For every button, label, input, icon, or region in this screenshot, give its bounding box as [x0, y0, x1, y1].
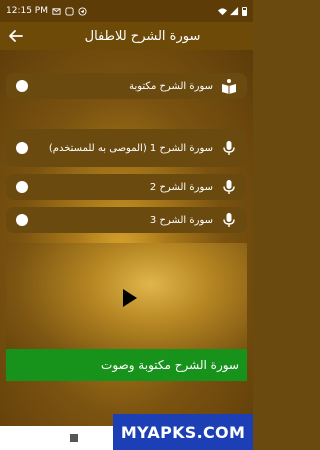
microphone-icon — [223, 141, 235, 155]
gmail-icon — [52, 7, 61, 15]
status-time: 12:15 PM — [6, 6, 48, 16]
microphone-icon — [223, 213, 235, 227]
video-caption: سورة الشرح مكتوبة وصوت — [6, 349, 247, 381]
telegram-icon — [78, 6, 87, 16]
video-player[interactable]: سورة الشرح مكتوبة وصوت — [6, 243, 247, 381]
open-book-icon — [222, 79, 236, 94]
list-item-recitation-1[interactable]: سورة الشرح 1 (الموصى به للمستخدم) — [6, 129, 247, 167]
play-icon[interactable] — [118, 287, 140, 309]
list-item-label: سورة الشرح 2 — [149, 181, 213, 193]
list-item-recitation-2[interactable]: سورة الشرح 2 — [6, 174, 247, 200]
list-item-recitation-3[interactable]: سورة الشرح 3 — [6, 207, 247, 233]
signal-icon — [230, 6, 239, 15]
toggle-circle[interactable] — [16, 80, 28, 92]
battery-icon — [242, 6, 247, 16]
toggle-circle[interactable] — [16, 214, 28, 226]
notification-icon — [65, 6, 74, 16]
recents-icon[interactable] — [70, 434, 78, 442]
list-item-label: سورة الشرح مكتوبة — [129, 80, 213, 92]
list-item-label: سورة الشرح 1 (الموصى به للمستخدم) — [48, 142, 213, 154]
list-item-label: سورة الشرح 3 — [149, 214, 213, 226]
app-bar: سورة الشرح للاطفال — [0, 22, 253, 50]
toggle-circle[interactable] — [16, 142, 28, 154]
wifi-icon — [218, 7, 227, 15]
status-bar: 12:15 PM — [0, 0, 253, 22]
list-item-written-surah[interactable]: سورة الشرح مكتوبة — [6, 73, 247, 99]
microphone-icon — [223, 180, 235, 194]
watermark-banner: MYAPKS.COM — [113, 414, 253, 450]
toggle-circle[interactable] — [16, 181, 28, 193]
back-arrow-icon[interactable] — [8, 28, 24, 44]
page-title: سورة الشرح للاطفال — [84, 28, 201, 44]
